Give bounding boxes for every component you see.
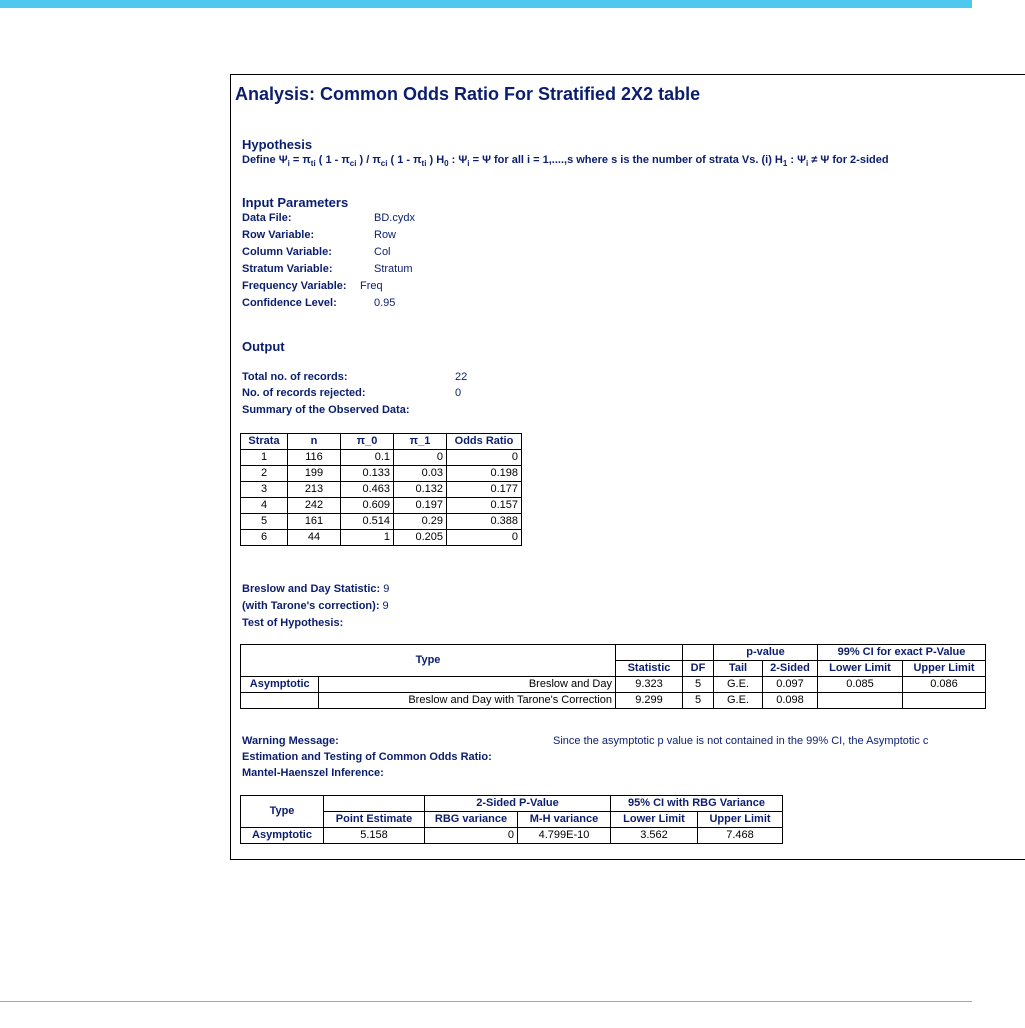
col-pi1: π_1 — [393, 433, 447, 450]
table-row: 4 242 0.609 0.197 0.157 — [240, 497, 522, 514]
table-row: Asymptotic 5.158 0 4.799E-10 3.562 7.468 — [240, 827, 783, 844]
top-accent-bar — [0, 0, 972, 8]
col-pi0: π_0 — [340, 433, 394, 450]
summary-label: Summary of the Observed Data: — [242, 404, 410, 416]
mh-col-mh: M-H variance — [517, 811, 611, 828]
hypothesis-define-label: Define — [242, 154, 276, 166]
test-of-hypothesis-label: Test of Hypothesis: — [242, 617, 344, 629]
hypothesis-heading: Hypothesis — [242, 137, 313, 152]
test-col-upper: Upper Limit — [902, 660, 986, 677]
warning-text: Since the asymptotic p value is not cont… — [553, 735, 929, 747]
hypothesis-definition: Define Ψi = πti ( 1 - πci ) / πci ( 1 - … — [242, 154, 889, 168]
col-odds-ratio: Odds Ratio — [446, 433, 522, 450]
test-col-df: DF — [682, 660, 714, 677]
test-col-pvalue: p-value — [713, 644, 818, 661]
col-n: n — [287, 433, 341, 450]
mantel-haenszel-table: Type 2-Sided P-Value 95% CI with RBG Var… — [240, 795, 783, 844]
param-data-file: Data File: BD.cydx — [242, 212, 415, 224]
param-confidence-level: Confidence Level: 0.95 — [242, 297, 396, 309]
test-col-two-sided: 2-Sided — [762, 660, 818, 677]
param-row-variable: Row Variable: Row — [242, 229, 397, 241]
hypothesis-test-table: Type p-value 99% CI for exact P-Value St… — [239, 644, 986, 709]
param-stratum-variable: Stratum Variable: Stratum — [242, 263, 413, 275]
test-col-type: Type — [240, 644, 616, 677]
test-col-ci: 99% CI for exact P-Value — [817, 644, 986, 661]
mh-col-type: Type — [240, 795, 324, 828]
mh-col-ci: 95% CI with RBG Variance — [610, 795, 783, 812]
param-frequency-variable: Frequency Variable: Freq — [242, 280, 383, 292]
mantel-haenszel-label: Mantel-Haenszel Inference: — [242, 767, 384, 779]
mh-col-lower: Lower Limit — [610, 811, 698, 828]
output-heading: Output — [242, 339, 285, 354]
report-title: Analysis: Common Odds Ratio For Stratifi… — [235, 84, 701, 104]
report-panel: Analysis: Common Odds Ratio For Stratifi… — [230, 74, 1025, 860]
table-row: 6 44 1 0.205 0 — [240, 529, 522, 546]
breslow-statistic: Breslow and Day Statistic: 9 — [242, 583, 390, 595]
hypothesis-text: Ψi = πti ( 1 - πci ) / πci ( 1 - πti ) H… — [278, 154, 889, 169]
col-strata: Strata — [240, 433, 288, 450]
summary-table: Strata n π_0 π_1 Odds Ratio 1 116 0.1 0 0 21… — [240, 433, 522, 546]
mh-col-two-sided: 2-Sided P-Value — [424, 795, 611, 812]
table-row: 2 199 0.133 0.03 0.198 — [240, 465, 522, 482]
table-row: 1 116 0.1 0 0 — [240, 449, 522, 466]
table-row: Asymptotic Breslow and Day 9.323 5 G.E. … — [239, 676, 986, 693]
table-row: 3 213 0.463 0.132 0.177 — [240, 481, 522, 498]
input-parameters-heading: Input Parameters — [242, 195, 349, 210]
mh-col-upper: Upper Limit — [697, 811, 783, 828]
mh-col-point: Point Estimate — [323, 811, 425, 828]
bottom-divider — [0, 1001, 972, 1002]
summary-header-row: Strata n π_0 π_1 Odds Ratio — [240, 433, 522, 450]
total-records: Total no. of records: 22 — [242, 371, 468, 383]
table-row: Breslow and Day with Tarone's Correction… — [239, 692, 986, 709]
tarone-correction: (with Tarone's correction): 9 — [242, 600, 389, 612]
warning-label: Warning Message: — [242, 735, 339, 747]
estimation-label: Estimation and Testing of Common Odds Ra… — [242, 751, 492, 763]
test-col-statistic: Statistic — [615, 660, 683, 677]
table-row: 5 161 0.514 0.29 0.388 — [240, 513, 522, 530]
param-column-variable: Column Variable: Col — [242, 246, 391, 258]
test-col-lower: Lower Limit — [817, 660, 903, 677]
mh-col-rbg: RBG variance — [424, 811, 518, 828]
test-col-tail: Tail — [713, 660, 763, 677]
records-rejected: No. of records rejected: 0 — [242, 387, 462, 399]
